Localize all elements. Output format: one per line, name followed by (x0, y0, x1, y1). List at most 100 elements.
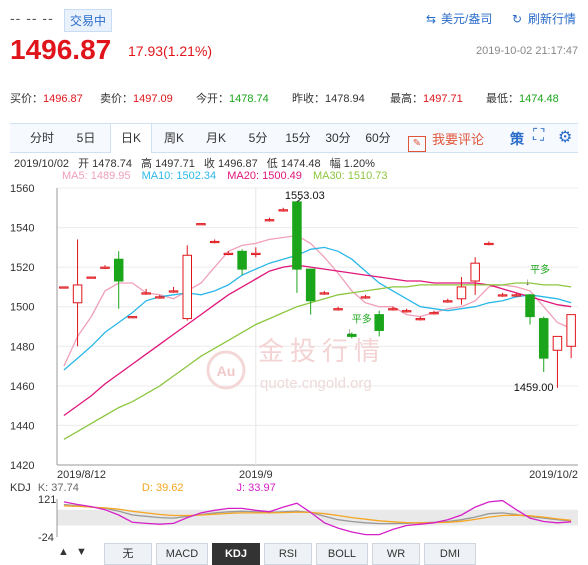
prev-close-quote: 昨收：1478.94 (292, 93, 365, 105)
indicator-tab-macd[interactable]: MACD (156, 543, 208, 565)
candle-body (456, 286, 467, 300)
quote-row: 买价：1496.87 卖价：1497.09 今开：1478.74 昨收：1478… (10, 90, 580, 106)
quote-datetime: 2019-10-02 21:17:47 (476, 45, 579, 57)
currency-link[interactable]: ⇆ 美元/盎司 (426, 10, 492, 27)
candle-body (59, 286, 69, 289)
zoom-in-button[interactable]: ▲ (58, 546, 69, 558)
indicator-tab-none[interactable]: 无 (104, 543, 152, 565)
candle-body (374, 314, 384, 331)
candle-body (360, 296, 371, 299)
watermark-brand: 金投行情 (258, 336, 386, 366)
ask-quote: 卖价：1497.09 (100, 93, 173, 105)
tab-weekly-k[interactable]: 周K (154, 124, 194, 152)
signal-arrow: ↓ (525, 277, 530, 288)
indicator-tab-dmi[interactable]: DMI (424, 543, 476, 565)
open-quote: 今开：1478.74 (196, 93, 269, 105)
candle-body (237, 250, 247, 270)
candle-body (415, 318, 426, 321)
settings-icon[interactable]: ⚙ (558, 127, 572, 147)
candle-body (538, 318, 549, 359)
instrument-code: -- -- -- (10, 10, 54, 26)
candle-body (86, 276, 97, 279)
y-tick-label: 1460 (10, 381, 34, 393)
candle-body (113, 258, 124, 282)
min-price-label: 1459.00 (514, 382, 554, 394)
high-quote: 最高：1497.71 (390, 93, 463, 105)
candle-body (100, 266, 110, 269)
kdj-tick-label: 121 (38, 494, 56, 506)
candle-info-line: 2019/10/02 开 1478.74 高 1497.71 收 1496.87… (14, 158, 375, 170)
candle-body (251, 252, 261, 255)
price-change: 17.93(1.21%) (128, 43, 213, 59)
candle-body (127, 316, 138, 319)
kdj-chart[interactable]: 121 -24 (0, 492, 588, 542)
candle-body (497, 294, 508, 297)
candle-body (442, 300, 453, 303)
y-tick-label: 1500 (10, 302, 34, 314)
candle-body (333, 308, 343, 311)
indicator-tab-wr[interactable]: WR (372, 543, 420, 565)
fullscreen-icon[interactable]: ⛶ (533, 127, 544, 145)
bid-quote: 买价：1496.87 (10, 93, 83, 105)
indicator-tab-rsi[interactable]: RSI (264, 543, 312, 565)
tab-30min[interactable]: 30分 (318, 124, 358, 152)
candle-body (168, 290, 179, 293)
candle-body (388, 308, 398, 311)
period-tabs: 分时 5日 日K 周K 月K 5分 15分 30分 60分 ✎ 我要评论 策 ⛶ … (10, 123, 578, 153)
tab-5day[interactable]: 5日 (66, 124, 106, 152)
tab-15min[interactable]: 15分 (278, 124, 318, 152)
candle-body (319, 292, 330, 295)
candle-body (223, 252, 234, 255)
signal-arrow: ↓ (347, 326, 352, 337)
candle-body (292, 201, 302, 270)
signal-label: 平多 (352, 312, 372, 325)
y-tick-label: 1560 (10, 183, 34, 195)
y-tick-label: 1540 (10, 223, 34, 235)
candle-body (511, 294, 522, 297)
kdj-tick-label: -24 (38, 532, 54, 542)
max-price-label: 1553.03 (285, 190, 325, 202)
y-tick-label: 1420 (10, 460, 34, 472)
x-tick-label: 2019/8/12 (57, 469, 106, 480)
y-tick-label: 1520 (10, 262, 34, 274)
indicator-tab-kdj[interactable]: KDJ (212, 543, 260, 565)
candle-body (401, 310, 412, 313)
candle-body (552, 335, 563, 351)
candle-body (429, 312, 439, 315)
candle-body (305, 268, 316, 302)
x-tick-label: 2019/9 (239, 469, 273, 480)
candle-body (209, 240, 220, 244)
zoom-out-button[interactable]: ▼ (76, 546, 87, 558)
candle-body (470, 262, 480, 282)
strategy-button[interactable]: 策 (510, 129, 524, 149)
current-price: 1496.87 (10, 34, 112, 65)
candle-body (264, 219, 275, 222)
y-tick-label: 1480 (10, 341, 34, 353)
low-quote: 最低：1474.48 (486, 93, 559, 105)
tab-intraday[interactable]: 分时 (20, 124, 64, 152)
tab-monthly-k[interactable]: 月K (196, 124, 236, 152)
candle-body (196, 223, 206, 226)
swap-icon: ⇆ (426, 12, 437, 26)
candle-body (141, 292, 151, 295)
refresh-icon: ↻ (512, 12, 523, 26)
tab-daily-k[interactable]: 日K (110, 124, 152, 153)
candle-body (182, 254, 193, 320)
status-badge: 交易中 (64, 9, 113, 32)
candle-body (278, 209, 288, 212)
watermark-logo-text: Au (217, 363, 236, 379)
candlestick-chart[interactable]: 1560 1540 1520 1500 1480 1460 1440 1420 2019/8/1… (0, 180, 588, 480)
indicator-tab-boll[interactable]: BOLL (316, 543, 368, 565)
candle-body (525, 294, 535, 318)
candle-body (155, 296, 165, 299)
x-tick-label: 2019/10/2 (529, 469, 578, 480)
comment-button[interactable]: ✎ 我要评论 (408, 129, 484, 152)
tab-60min[interactable]: 60分 (358, 124, 398, 152)
refresh-link[interactable]: ↻ 刷新行情 (512, 10, 576, 27)
edit-icon: ✎ (408, 136, 426, 152)
y-tick-label: 1440 (10, 420, 34, 432)
tab-5min[interactable]: 5分 (238, 124, 278, 152)
candle-body (484, 242, 494, 246)
candle-body (566, 314, 576, 347)
watermark-url: quote.cngold.org (260, 375, 372, 392)
